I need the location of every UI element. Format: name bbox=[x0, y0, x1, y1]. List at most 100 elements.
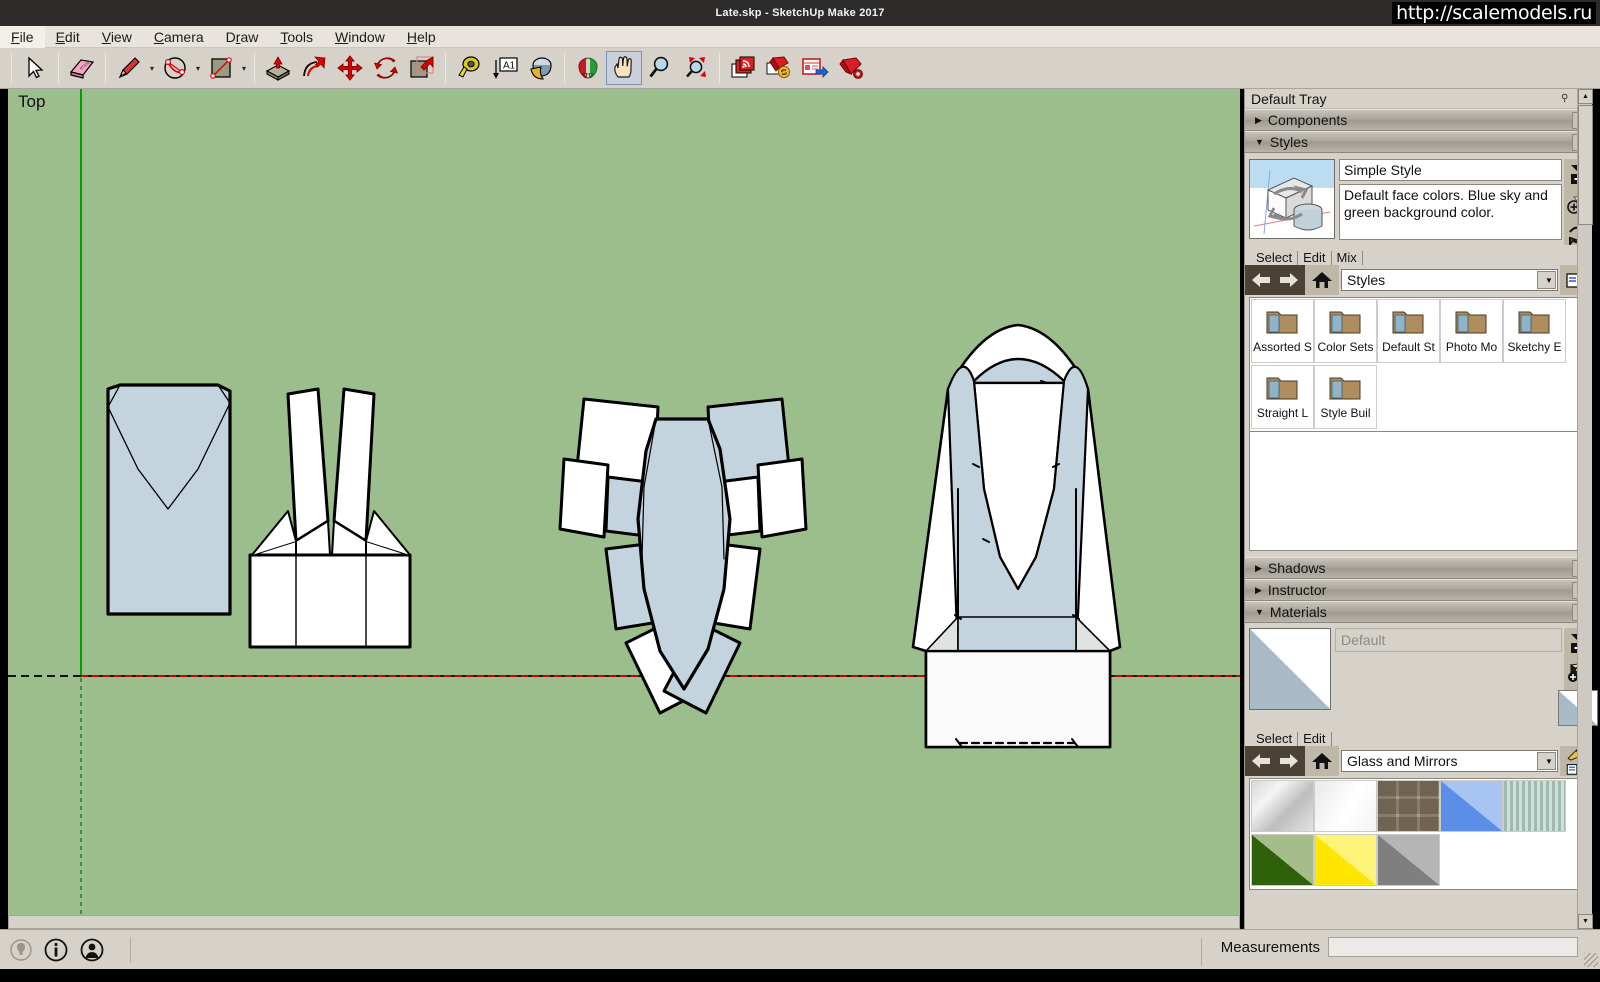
chevron-down-icon[interactable]: ▼ bbox=[1537, 752, 1556, 770]
material-swatch[interactable] bbox=[1314, 834, 1377, 886]
styles-library-select[interactable]: Styles ▼ bbox=[1341, 269, 1558, 291]
arrow-left-icon[interactable] bbox=[1249, 270, 1273, 290]
rectangle-icon bbox=[210, 57, 232, 79]
part-fuselage-panel bbox=[106, 383, 232, 616]
menu-item-edit[interactable]: Edit bbox=[45, 26, 91, 48]
resize-grip[interactable] bbox=[1584, 953, 1598, 967]
folder-item[interactable]: Photo Mo bbox=[1440, 299, 1503, 363]
materials-library-select[interactable]: Glass and Mirrors ▼ bbox=[1341, 750, 1558, 772]
tab-edit[interactable]: Edit bbox=[1298, 732, 1332, 746]
main-toolbar: erase ▾ ▾ ▾ A1 bbox=[0, 48, 1600, 89]
rectangle-tool-caret[interactable]: ▾ bbox=[239, 51, 249, 85]
chevron-down-icon: ▼ bbox=[1255, 137, 1264, 147]
panel-title-styles: Styles bbox=[1269, 134, 1309, 150]
style-description-input[interactable]: Default face colors. Blue sky and green … bbox=[1339, 184, 1562, 240]
material-swatch[interactable] bbox=[1251, 780, 1314, 832]
panel-header-components[interactable]: ▶ Components × bbox=[1245, 109, 1592, 131]
menu-item-file[interactable]: FFileile bbox=[0, 25, 45, 48]
panel-header-styles[interactable]: ▼ Styles × bbox=[1245, 131, 1592, 153]
share-model-button[interactable] bbox=[761, 51, 797, 85]
menu-item-draw[interactable]: Draw bbox=[215, 26, 270, 48]
hint-bulb-icon[interactable] bbox=[10, 938, 32, 961]
folder-icon bbox=[1266, 311, 1297, 334]
line-tool[interactable] bbox=[111, 51, 147, 85]
material-swatch[interactable] bbox=[1377, 834, 1440, 886]
tab-select[interactable]: Select bbox=[1251, 251, 1299, 265]
paint-bucket-tool[interactable] bbox=[523, 51, 559, 85]
panel-header-shadows[interactable]: ▶ Shadows × bbox=[1245, 557, 1592, 579]
chevron-down-icon[interactable]: ▼ bbox=[1537, 271, 1556, 289]
scroll-thumb[interactable] bbox=[1578, 105, 1593, 225]
select-tool[interactable] bbox=[17, 51, 53, 85]
status-separator bbox=[130, 936, 131, 963]
style-name-input[interactable]: Simple Style bbox=[1339, 159, 1562, 181]
scale-icon bbox=[410, 56, 434, 78]
text-tool[interactable]: A1 bbox=[487, 51, 523, 85]
folder-icon bbox=[1266, 377, 1297, 399]
extension-manager-button[interactable] bbox=[833, 51, 869, 85]
tab-mix[interactable]: Mix bbox=[1332, 251, 1363, 265]
styles-folder-grid: Assorted S Color Sets Default St Photo M… bbox=[1249, 297, 1588, 432]
tab-select[interactable]: Select bbox=[1251, 732, 1299, 746]
orbit-tool[interactable] bbox=[570, 51, 606, 85]
rotate-tool[interactable] bbox=[368, 51, 404, 85]
pushpull-tool[interactable] bbox=[260, 51, 296, 85]
rectangle-tool[interactable] bbox=[203, 51, 239, 85]
arc-tool-caret[interactable]: ▾ bbox=[193, 51, 203, 85]
tray-scrollbar[interactable]: ▲ ▼ bbox=[1577, 89, 1593, 929]
site-watermark: http://scalemodels.ru bbox=[1392, 2, 1596, 24]
part-strut-assembly bbox=[248, 387, 412, 649]
menu-item-camera[interactable]: Camera bbox=[143, 26, 215, 48]
material-swatch[interactable] bbox=[1440, 780, 1503, 832]
tape-measure-tool[interactable] bbox=[451, 51, 487, 85]
get-models-button[interactable] bbox=[725, 51, 761, 85]
style-thumbnail[interactable] bbox=[1249, 159, 1335, 239]
material-swatch[interactable] bbox=[1251, 834, 1314, 886]
folder-item[interactable]: Default St bbox=[1377, 299, 1440, 363]
measurements-input[interactable] bbox=[1328, 937, 1578, 957]
material-swatch[interactable] bbox=[1314, 780, 1377, 832]
panel-title-materials: Materials bbox=[1269, 604, 1327, 620]
material-name-input[interactable]: Default bbox=[1335, 628, 1562, 652]
arrow-left-icon[interactable] bbox=[1249, 751, 1273, 771]
extension-warehouse-button[interactable] bbox=[797, 51, 833, 85]
folder-item[interactable]: Color Sets bbox=[1314, 299, 1377, 363]
folder-item[interactable]: Assorted S bbox=[1251, 299, 1314, 363]
panel-header-materials[interactable]: ▼ Materials × bbox=[1245, 601, 1592, 623]
menu-item-view[interactable]: View bbox=[91, 26, 143, 48]
move-tool[interactable] bbox=[332, 51, 368, 85]
followme-tool[interactable] bbox=[296, 51, 332, 85]
material-swatch[interactable] bbox=[1503, 780, 1566, 832]
eraser-tool[interactable]: erase bbox=[64, 51, 100, 85]
folder-item[interactable]: Style Buil bbox=[1314, 364, 1377, 429]
tab-edit[interactable]: Edit bbox=[1298, 251, 1332, 265]
material-swatch[interactable] bbox=[1377, 780, 1440, 832]
panel-header-instructor[interactable]: ▶ Instructor × bbox=[1245, 579, 1592, 601]
tray-title: Default Tray bbox=[1251, 90, 1327, 107]
arrow-right-icon[interactable] bbox=[1277, 270, 1301, 290]
materials-home-button[interactable] bbox=[1305, 746, 1339, 776]
rotate-icon bbox=[373, 57, 399, 79]
arrow-right-icon[interactable] bbox=[1277, 751, 1301, 771]
styles-home-button[interactable] bbox=[1305, 265, 1339, 295]
menu-item-help[interactable]: Help bbox=[396, 26, 447, 48]
menu-item-tools[interactable]: Tools bbox=[269, 26, 324, 48]
scale-tool[interactable] bbox=[404, 51, 440, 85]
menu-item-window[interactable]: Window bbox=[324, 26, 396, 48]
pan-tool[interactable] bbox=[606, 51, 642, 85]
scroll-up-button[interactable]: ▲ bbox=[1578, 89, 1593, 104]
model-viewport[interactable]: Top bbox=[8, 89, 1240, 929]
account-icon[interactable] bbox=[80, 938, 104, 962]
folder-item[interactable]: Straight L bbox=[1251, 364, 1314, 429]
scroll-down-button[interactable]: ▼ bbox=[1578, 914, 1593, 929]
folder-item[interactable]: Sketchy E bbox=[1503, 299, 1566, 363]
toolbar-separator bbox=[564, 53, 565, 83]
line-tool-caret[interactable]: ▾ bbox=[147, 51, 157, 85]
styles-panel-body: Simple Style Default face colors. Blue s… bbox=[1245, 153, 1592, 551]
current-material-swatch[interactable] bbox=[1249, 628, 1331, 710]
zoom-tool[interactable] bbox=[642, 51, 678, 85]
arc-tool[interactable] bbox=[157, 51, 193, 85]
zoom-extents-tool[interactable] bbox=[678, 51, 714, 85]
chevron-down-icon: ▼ bbox=[1255, 607, 1264, 617]
info-icon[interactable] bbox=[44, 938, 68, 962]
